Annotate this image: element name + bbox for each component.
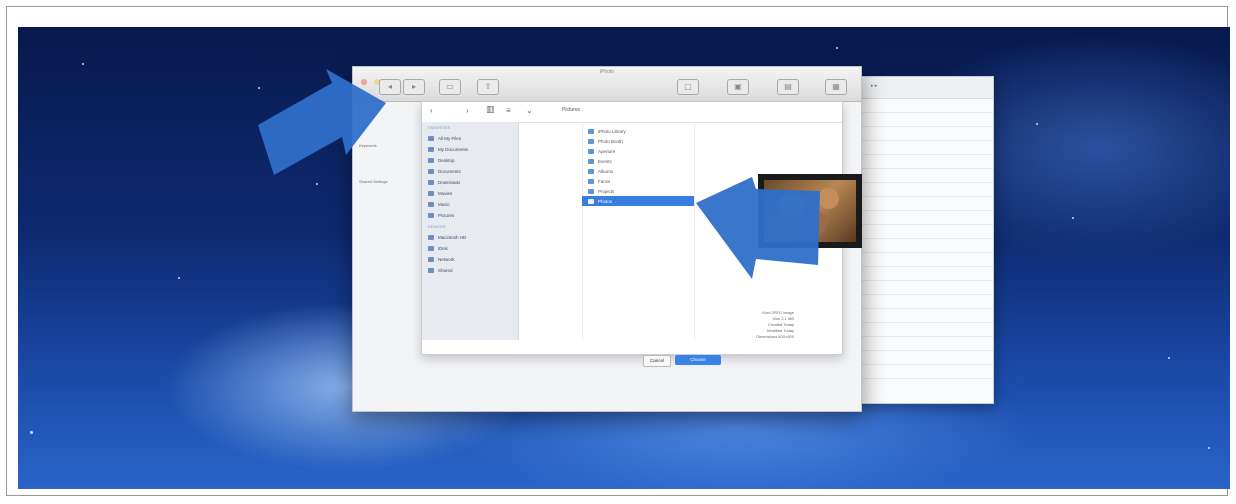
folder-item[interactable]: Events bbox=[582, 156, 694, 166]
arrow-annotation-top-left bbox=[258, 69, 386, 175]
star bbox=[178, 277, 180, 279]
sidebar-item[interactable]: Network bbox=[422, 254, 518, 265]
edit-icon[interactable]: ▣ bbox=[727, 79, 749, 95]
sidebar-item[interactable]: Pictures bbox=[422, 210, 518, 221]
sidebar-item[interactable]: iDisk bbox=[422, 243, 518, 254]
disk-icon bbox=[428, 268, 434, 273]
star bbox=[1208, 447, 1210, 449]
path-menu-icon[interactable]: ⌄ bbox=[526, 106, 533, 115]
folder-icon bbox=[428, 169, 434, 174]
view-icon[interactable]: ▭ bbox=[439, 79, 461, 95]
sidebar-item[interactable]: Downloads bbox=[422, 177, 518, 188]
folder-icon bbox=[428, 136, 434, 141]
sidebar-item[interactable]: Movies bbox=[422, 188, 518, 199]
nav-forward-button[interactable]: › bbox=[466, 106, 469, 115]
folder-icon bbox=[428, 158, 434, 163]
star bbox=[82, 63, 84, 65]
sidebar-item[interactable]: All My Files bbox=[422, 133, 518, 144]
choose-button[interactable]: Choose bbox=[675, 355, 721, 365]
star bbox=[836, 47, 838, 49]
browser-column-2[interactable]: iPhoto Library Photo Booth Aperture Even… bbox=[582, 122, 695, 340]
folder-item[interactable]: Projects bbox=[582, 186, 694, 196]
folder-icon bbox=[428, 180, 434, 185]
folder-icon bbox=[588, 188, 594, 194]
folder-item[interactable]: Photo Booth bbox=[582, 136, 694, 146]
window-toolbar: iPhoto ◂ ▸ ▭ ⇪ ▢ ▣ ▤ ▦ bbox=[353, 67, 861, 102]
folder-icon bbox=[428, 213, 434, 218]
star bbox=[1036, 123, 1038, 125]
folder-icon bbox=[428, 191, 434, 196]
effects-icon[interactable]: ▤ bbox=[777, 79, 799, 95]
folder-item[interactable]: iPhoto Library bbox=[582, 126, 694, 136]
image-file-icon bbox=[588, 198, 594, 204]
folder-item[interactable]: Albums bbox=[582, 166, 694, 176]
star bbox=[30, 431, 33, 434]
browser-column-1[interactable] bbox=[518, 122, 583, 340]
file-info: Kind JPEG image Size 2.1 MB Created Toda… bbox=[704, 310, 794, 340]
path-popup[interactable]: Pictures bbox=[562, 107, 580, 113]
sidebar-item[interactable]: My Documents bbox=[422, 144, 518, 155]
disk-icon bbox=[428, 246, 434, 251]
sidebar-header-devices: DEVICES bbox=[428, 224, 446, 229]
star bbox=[1072, 217, 1074, 219]
folder-icon bbox=[588, 148, 594, 154]
background-window[interactable]: ▸ ▸ bbox=[852, 76, 994, 404]
folder-icon bbox=[588, 128, 594, 134]
sidebar-item[interactable]: Documents bbox=[422, 166, 518, 177]
cancel-button[interactable]: Cancel bbox=[643, 355, 671, 367]
sidebar-item[interactable]: Shared bbox=[422, 265, 518, 276]
sidebar-item[interactable]: Music bbox=[422, 199, 518, 210]
info-icon[interactable]: ▢ bbox=[677, 79, 699, 95]
column-view-icon[interactable]: ▥ bbox=[486, 104, 495, 115]
star bbox=[316, 183, 318, 185]
dialog-nav-bar: ‹ › ▥ ≡ ⌄ Pictures bbox=[422, 102, 842, 123]
dialog-sidebar: FAVORITES All My Files My Documents Desk… bbox=[422, 122, 519, 340]
folder-item[interactable]: Aperture bbox=[582, 146, 694, 156]
sidebar-item[interactable]: Desktop bbox=[422, 155, 518, 166]
folder-item-selected[interactable]: Photos bbox=[582, 196, 694, 206]
disk-icon bbox=[428, 257, 434, 262]
folder-item[interactable]: Faces bbox=[582, 176, 694, 186]
sidebar-item[interactable]: Macintosh HD bbox=[422, 232, 518, 243]
sidebar-header-favorites: FAVORITES bbox=[428, 125, 451, 130]
background-window-header: ▸ ▸ bbox=[853, 77, 993, 99]
desktop-background: ▸ ▸ iPhoto ◂ ▸ ▭ ⇪ ▢ ▣ ▤ ▦ Info Key bbox=[18, 27, 1230, 489]
share-icon[interactable]: ⇪ bbox=[477, 79, 499, 95]
arrow-annotation-right bbox=[696, 177, 820, 279]
folder-icon bbox=[588, 178, 594, 184]
folder-icon bbox=[588, 158, 594, 164]
folder-icon bbox=[428, 147, 434, 152]
folder-icon bbox=[428, 202, 434, 207]
star bbox=[1168, 357, 1170, 359]
folder-icon bbox=[588, 138, 594, 144]
folder-icon bbox=[588, 168, 594, 174]
forward-icon[interactable]: ▸ bbox=[403, 79, 425, 95]
file-info-line: Dimensions 800×600 bbox=[756, 334, 794, 339]
window-title: iPhoto bbox=[599, 69, 615, 75]
adjust-icon[interactable]: ▦ bbox=[825, 79, 847, 95]
nav-back-button[interactable]: ‹ bbox=[430, 106, 433, 115]
disk-icon bbox=[428, 235, 434, 240]
list-view-icon[interactable]: ≡ bbox=[506, 106, 511, 115]
